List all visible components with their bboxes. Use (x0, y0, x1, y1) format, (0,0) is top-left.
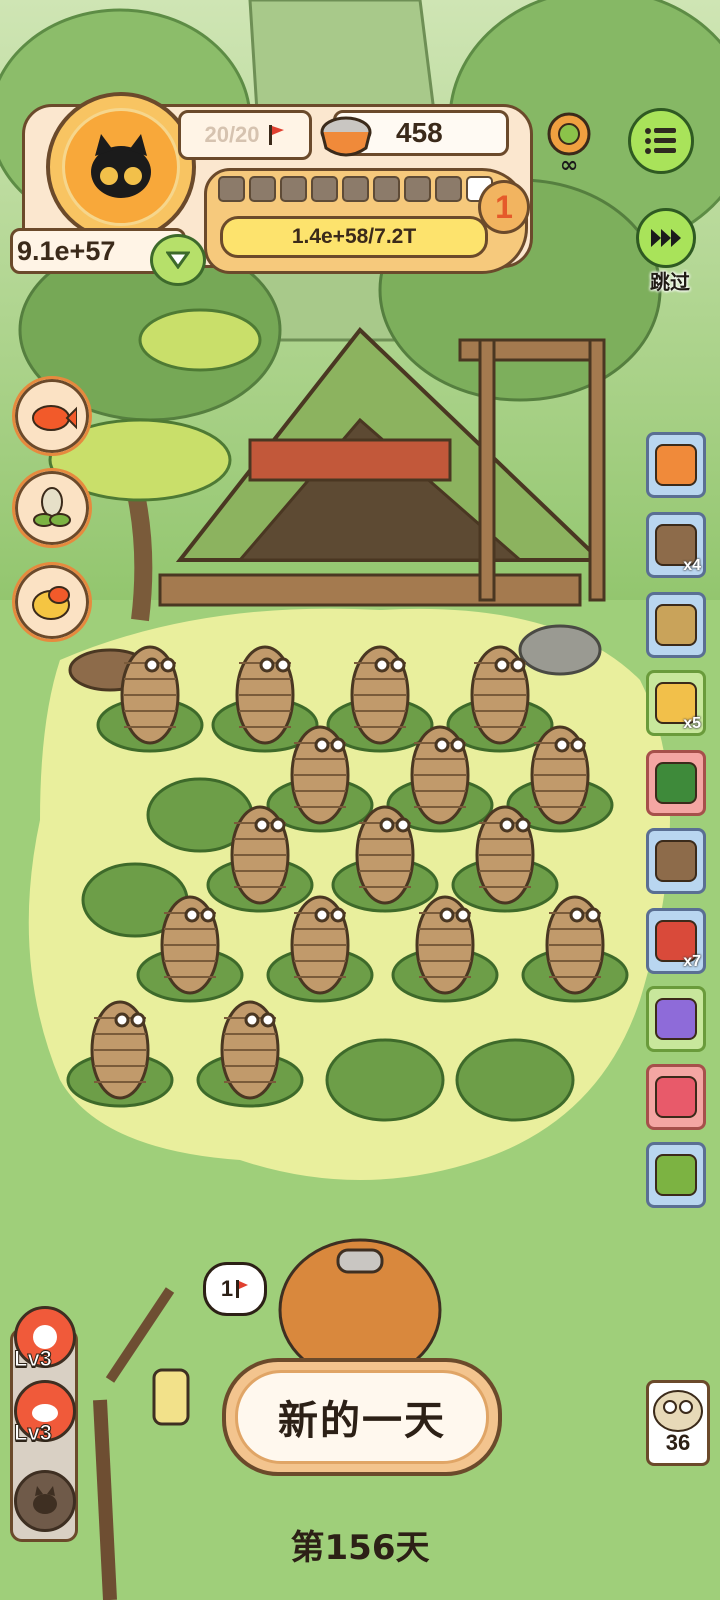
gold-amount: 9.1e+57 (17, 235, 116, 266)
progress-pip (373, 176, 400, 202)
goldfish-event-button[interactable] (12, 376, 92, 456)
wooden-chair-icon (655, 840, 697, 882)
infinity-flower-badge[interactable]: ∞ (540, 108, 598, 178)
inventory-item[interactable] (646, 828, 706, 894)
larva-creature (391, 895, 499, 1003)
level-number: 1 (495, 188, 513, 225)
item-count: x5 (683, 715, 701, 732)
larva-creature (211, 645, 319, 753)
larva-creature (66, 1000, 174, 1108)
progress-pip (435, 176, 462, 202)
chick-icon (32, 586, 70, 620)
goldfish-icon (32, 405, 77, 431)
larva-creature (446, 645, 554, 753)
larva-creature (326, 645, 434, 753)
snack-bowl-icon (655, 1076, 697, 1118)
new-day-button[interactable]: 新的一天 (222, 1358, 502, 1476)
progress-pip (218, 176, 245, 202)
fast-forward-icon (651, 229, 681, 247)
inventory-item[interactable] (646, 1142, 706, 1208)
speech-count: 1 (220, 1276, 234, 1301)
lion-costume-icon (655, 444, 697, 486)
day-counter: 第156天 (290, 1528, 430, 1568)
larva-creature (521, 895, 629, 1003)
item-count: x4 (683, 557, 701, 574)
triangle-down-icon (166, 251, 190, 269)
inventory-item[interactable] (646, 1064, 706, 1130)
chick-event-button[interactable] (12, 562, 92, 642)
progress-pip (342, 176, 369, 202)
flag-count-display: 20/20 (178, 110, 312, 160)
seedling-icon (33, 487, 71, 527)
inventory-item[interactable]: x5 (646, 670, 706, 736)
cabbage-icon (655, 1154, 697, 1196)
day-progress-pips (218, 176, 493, 202)
food-can-icon (320, 116, 372, 157)
menu-button[interactable] (628, 108, 694, 174)
inventory-item[interactable] (646, 750, 706, 816)
item-count: x7 (683, 953, 701, 970)
inventory-item[interactable] (646, 592, 706, 658)
progress-pip (249, 176, 276, 202)
coin-amount: 458 (396, 117, 443, 148)
credit-card-icon (655, 998, 697, 1040)
list-menu-icon (645, 128, 676, 154)
progress-pip (311, 176, 338, 202)
red-flag-icon (236, 1280, 249, 1298)
inventory-item[interactable]: x7 (646, 908, 706, 974)
red-flag-icon (268, 125, 284, 145)
experience-bar: 1.4e+58/7.2T (220, 216, 488, 258)
inventory-item[interactable]: x4 (646, 512, 706, 578)
herb-ball-icon (655, 762, 697, 804)
larva-creature (266, 895, 374, 1003)
larva-creature (196, 1000, 304, 1108)
skill-level-1: Lv3 (14, 1346, 53, 1372)
buddy-count: 36 (665, 1430, 691, 1455)
progress-pip (404, 176, 431, 202)
svg-text:∞: ∞ (560, 153, 578, 178)
skip-button[interactable] (636, 208, 696, 268)
skill-locked-button[interactable] (14, 1470, 76, 1532)
inventory-item[interactable] (646, 432, 706, 498)
black-cat-icon (91, 134, 151, 198)
player-avatar[interactable] (46, 92, 196, 242)
progress-pip (280, 176, 307, 202)
new-day-label: 新的一天 (278, 1398, 446, 1444)
skill-level-2: Lv3 (14, 1420, 53, 1446)
flower-infinity-icon: ∞ (547, 112, 591, 178)
flag-speech-bubble: 1 (203, 1262, 267, 1316)
larva-creature (96, 645, 204, 753)
plant-event-button[interactable] (12, 468, 92, 548)
experience-text: 1.4e+58/7.2T (291, 225, 417, 248)
straw-hut-icon (655, 604, 697, 646)
owl-buddy-icon (653, 1390, 703, 1432)
inventory-item[interactable] (646, 986, 706, 1052)
larva-creature (136, 895, 244, 1003)
cat-silhouette-icon (33, 1486, 57, 1514)
expand-stats-button[interactable] (150, 234, 206, 286)
flag-count-text: 20/20 (204, 122, 260, 147)
skip-label[interactable]: 跳过 (640, 266, 700, 295)
